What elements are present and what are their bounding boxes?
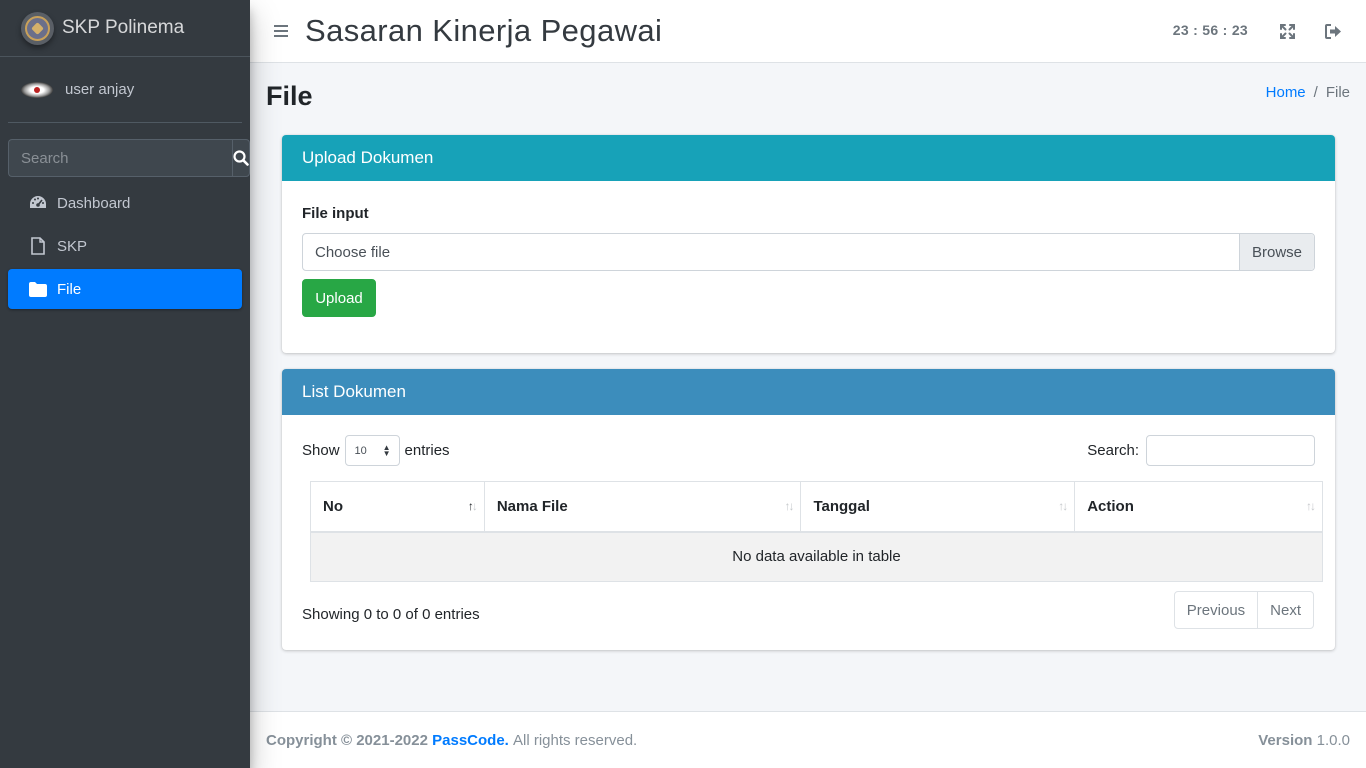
version-info: Version 1.0.0 <box>1258 732 1350 749</box>
column-label: Tanggal <box>813 497 870 515</box>
table-search-label: Search: <box>1087 442 1139 459</box>
passcode-link[interactable]: PassCode. <box>432 732 509 749</box>
list-card-header: List Dokumen <box>282 369 1335 415</box>
column-header-tanggal[interactable]: Tanggal ↑↓ <box>800 481 1076 533</box>
brand-text: SKP Polinema <box>62 17 185 38</box>
sidebar-nav: Dashboard SKP File <box>8 183 242 309</box>
column-header-nama-file[interactable]: Nama File ↑↓ <box>483 481 802 533</box>
documents-table: No ↑↓ Nama File ↑↓ Tanggal ↑↓ Action ↑↓ <box>310 481 1323 582</box>
top-navbar: Sasaran Kinerja Pegawai 23 : 56 : 23 <box>250 0 1366 63</box>
sidebar-item-label: SKP <box>57 237 88 255</box>
breadcrumb: Home / File <box>1266 84 1350 101</box>
empty-table-message: No data available in table <box>310 531 1323 582</box>
previous-page-button[interactable]: Previous <box>1175 592 1257 628</box>
sort-icon: ↑↓ <box>1058 499 1068 513</box>
table-row: No data available in table <box>310 531 1323 582</box>
version-value: 1.0.0 <box>1316 731 1350 749</box>
sort-icon: ↑↓ <box>1306 499 1316 513</box>
sidebar-item-file[interactable]: File <box>8 269 242 309</box>
logout-icon[interactable] <box>1324 22 1342 40</box>
table-header-row: No ↑↓ Nama File ↑↓ Tanggal ↑↓ Action ↑↓ <box>310 481 1323 533</box>
copyright-text: Copyright © 2021-2022 <box>266 731 428 749</box>
brand-link[interactable]: SKP Polinema <box>0 0 250 57</box>
user-panel[interactable]: user anjay <box>8 57 242 123</box>
sort-icon: ↑↓ <box>784 499 794 513</box>
sidebar-item-label: Dashboard <box>57 194 131 212</box>
entries-label: entries <box>404 442 450 459</box>
sidebar: SKP Polinema user anjay Dashboard SKP F <box>0 0 250 768</box>
sidebar-item-dashboard[interactable]: Dashboard <box>8 183 242 223</box>
show-label: Show <box>302 442 340 459</box>
sidebar-item-label: File <box>57 280 82 298</box>
tachometer-icon <box>28 193 48 213</box>
upload-card: Upload Dokumen File input Choose file Br… <box>282 135 1335 353</box>
fullscreen-icon[interactable] <box>1278 22 1296 40</box>
upload-card-header: Upload Dokumen <box>282 135 1335 181</box>
avatar <box>21 81 53 98</box>
breadcrumb-current: File <box>1325 84 1350 101</box>
sidebar-search-input[interactable] <box>8 139 232 177</box>
app-title: Sasaran Kinerja Pegawai <box>305 13 663 48</box>
rights-text: All rights reserved. <box>513 731 638 749</box>
sidebar-item-skp[interactable]: SKP <box>8 226 242 266</box>
column-label: Action <box>1087 497 1134 515</box>
pagination: Previous Next <box>1173 591 1314 629</box>
file-input-placeholder: Choose file <box>315 243 391 261</box>
search-icon <box>233 150 249 166</box>
file-icon <box>28 236 48 256</box>
file-input-label: File input <box>302 205 369 222</box>
sort-asc-icon: ↑↓ <box>467 499 478 513</box>
page-title: File <box>266 81 313 111</box>
user-name[interactable]: user anjay <box>65 81 134 98</box>
column-label: Nama File <box>496 497 568 515</box>
table-info: Showing 0 to 0 of 0 entries <box>302 606 480 623</box>
breadcrumb-home-link[interactable]: Home <box>1266 84 1306 101</box>
brand-logo-icon <box>21 11 54 45</box>
entries-length-control: Show 10 ▲ ▼ entries <box>302 435 450 466</box>
sidebar-search-button[interactable] <box>232 139 250 177</box>
folder-icon <box>28 279 48 299</box>
column-header-action[interactable]: Action ↑↓ <box>1074 481 1323 533</box>
browse-button[interactable]: Browse <box>1239 234 1314 270</box>
next-page-button[interactable]: Next <box>1257 592 1313 628</box>
file-input[interactable]: Choose file Browse <box>302 233 1315 271</box>
column-label: No <box>323 497 343 515</box>
version-label: Version <box>1258 731 1313 749</box>
footer: Copyright © 2021-2022 PassCode. All righ… <box>250 711 1366 768</box>
list-card: List Dokumen Show 10 ▲ ▼ entries Search: … <box>282 369 1335 650</box>
clock: 23 : 56 : 23 <box>1172 22 1248 38</box>
entries-select-value: 10 <box>354 444 367 457</box>
entries-select[interactable]: 10 ▲ ▼ <box>344 435 400 466</box>
menu-toggle-icon[interactable] <box>274 24 288 38</box>
upload-button[interactable]: Upload <box>302 279 376 317</box>
select-arrows-icon: ▲ ▼ <box>382 443 391 458</box>
sidebar-search <box>8 139 250 177</box>
breadcrumb-separator: / <box>1313 84 1318 101</box>
column-header-no[interactable]: No ↑↓ <box>310 481 485 533</box>
table-search-input[interactable] <box>1146 435 1315 466</box>
